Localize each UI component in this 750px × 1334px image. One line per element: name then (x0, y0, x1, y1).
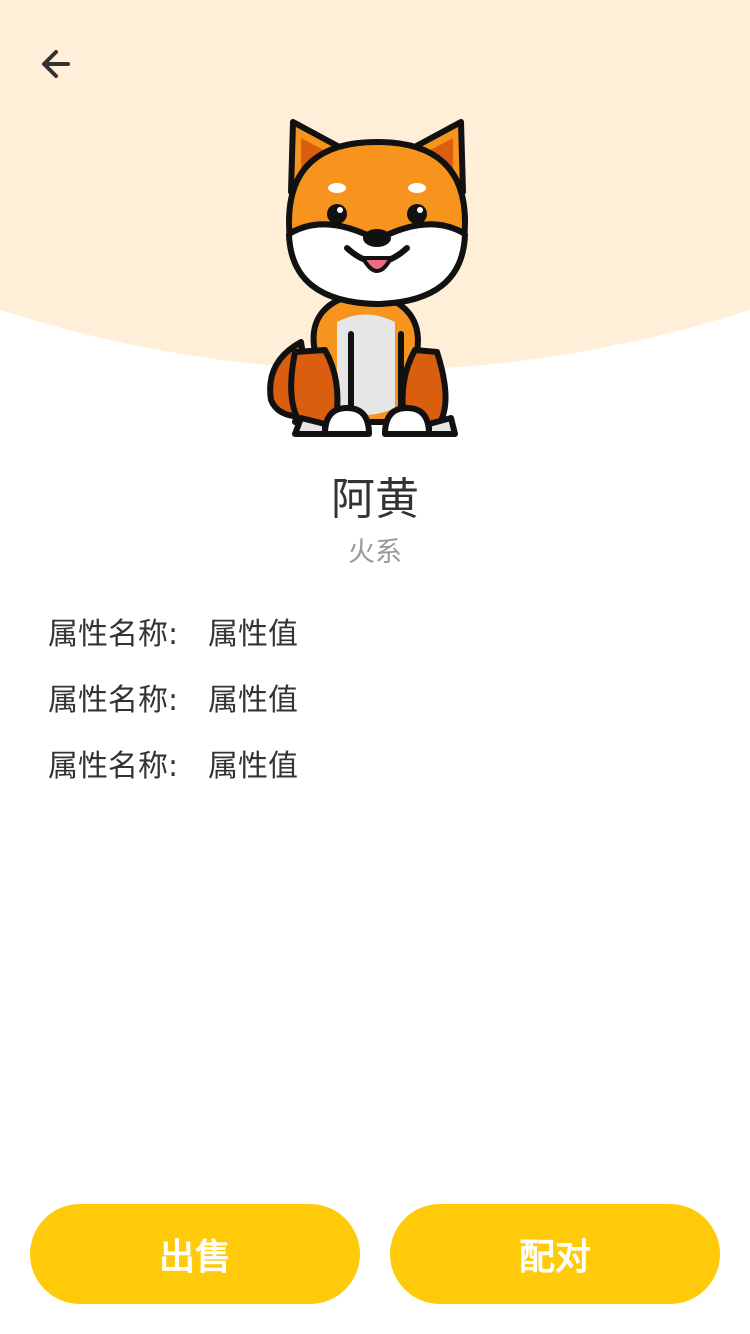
back-button[interactable] (28, 36, 84, 92)
pair-button[interactable]: 配对 (390, 1204, 720, 1304)
attribute-list: 属性名称: 属性值 属性名称: 属性值 属性名称: 属性值 (48, 598, 708, 796)
arrow-left-icon (42, 50, 70, 78)
attribute-row: 属性名称: 属性值 (48, 730, 708, 796)
attribute-value: 属性值 (208, 683, 298, 718)
attribute-name: 属性名称: (48, 683, 179, 718)
pet-type: 火系 (348, 537, 402, 568)
pet-name: 阿黄 (331, 474, 419, 525)
sell-button-label: 出售 (158, 1237, 231, 1278)
attribute-value: 属性值 (208, 749, 298, 784)
attribute-row: 属性名称: 属性值 (48, 598, 708, 664)
attribute-row: 属性名称: 属性值 (48, 664, 708, 730)
attribute-name: 属性名称: (48, 617, 179, 652)
attribute-value: 属性值 (208, 617, 298, 652)
pair-button-label: 配对 (518, 1237, 591, 1278)
shiba-dog-illustration (255, 112, 485, 446)
attribute-name: 属性名称: (48, 749, 179, 784)
sell-button[interactable]: 出售 (30, 1204, 360, 1304)
